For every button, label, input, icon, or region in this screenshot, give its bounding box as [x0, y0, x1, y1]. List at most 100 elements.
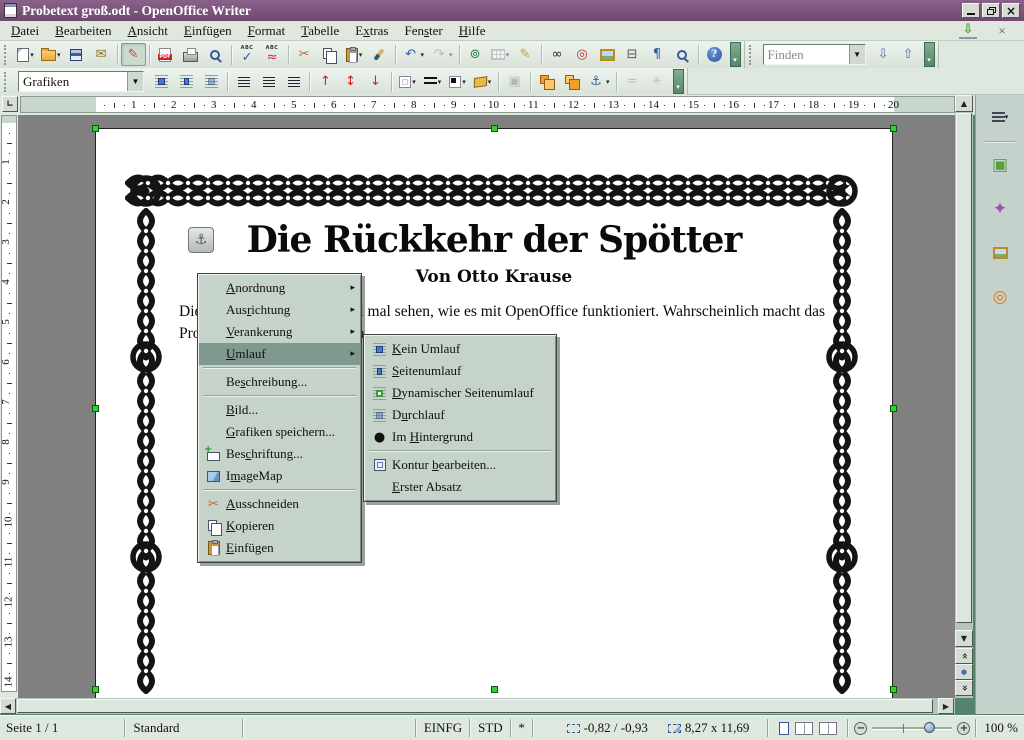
menu-item-einfuegen[interactable]: Einfügen — [199, 537, 360, 559]
sidebar-settings-button[interactable]: ▾ — [986, 103, 1014, 131]
sidebar-tab-properties[interactable]: ▣ — [986, 151, 1014, 179]
dropdown-arrow-icon[interactable]: ▾ — [359, 51, 363, 59]
menu-item-ausschneiden[interactable]: ✂Ausschneiden — [199, 493, 360, 515]
navigation-button[interactable]: ● — [955, 664, 973, 680]
menu-item-umlauf[interactable]: Umlauf▸ — [199, 343, 360, 365]
book-view-icon[interactable] — [819, 722, 837, 735]
email-button[interactable]: ✉ — [89, 43, 114, 66]
dropdown-arrow-icon[interactable]: ▾ — [412, 78, 416, 86]
submenu-item-kein-umlauf[interactable]: Kein Umlauf — [365, 338, 555, 360]
scroll-right-button[interactable]: ▶ — [938, 698, 954, 714]
menu-format[interactable]: Format — [240, 22, 294, 40]
hyperlink-button[interactable]: ⊚ — [463, 43, 488, 66]
next-page-button[interactable]: » — [955, 680, 973, 696]
status-zoom-field[interactable]: 100 % — [978, 720, 1024, 736]
wrap-through-button[interactable] — [199, 70, 224, 93]
horizontal-scrollbar[interactable]: ◀ ▶ — [0, 698, 955, 714]
new-document-button[interactable]: ▾ — [13, 43, 38, 66]
find-previous-button[interactable]: ⇧ — [896, 43, 921, 66]
status-modified-field[interactable]: * — [513, 720, 531, 736]
menu-item-grafiken-speichern[interactable]: Grafiken speichern... — [199, 421, 360, 443]
menu-ansicht[interactable]: Ansicht — [119, 22, 175, 40]
dropdown-arrow-icon[interactable]: ▾ — [449, 51, 453, 59]
sidebar-tab-styles[interactable]: ✦ — [986, 195, 1014, 223]
horizontal-ruler[interactable]: ∟ 1234567891011121314151617181920 — [0, 95, 1024, 115]
find-input[interactable] — [764, 46, 849, 63]
scroll-down-button[interactable]: ▼ — [955, 630, 973, 647]
status-insert-mode-field[interactable]: EINFG — [418, 720, 468, 736]
toolbar-grip[interactable] — [4, 45, 10, 65]
toolbar-overflow-button[interactable]: ▾ — [673, 69, 684, 94]
find-next-button[interactable]: ⇩ — [871, 43, 896, 66]
link-frames-button[interactable]: = — [620, 70, 645, 93]
borders-button[interactable]: ▾ — [395, 70, 420, 93]
selection-handle-bottom-right[interactable] — [890, 686, 897, 693]
bring-to-front-button[interactable] — [534, 70, 559, 93]
wrap-off-button[interactable] — [149, 70, 174, 93]
submenu-item-seitenumlauf[interactable]: Seitenumlauf — [365, 360, 555, 382]
vertical-ruler[interactable]: 1234567891011121314 — [0, 115, 18, 698]
dropdown-arrow-icon[interactable]: ▾ — [606, 78, 610, 86]
toolbar-overflow-button[interactable]: ▾ — [924, 42, 935, 67]
submenu-item-dynamischer-seitenumlauf[interactable]: Dynamischer Seitenumlauf — [365, 382, 555, 404]
toolbar-grip[interactable] — [749, 45, 755, 65]
find-replace-button[interactable]: ∞ — [545, 43, 570, 66]
submenu-item-erster-absatz[interactable]: Erster Absatz — [365, 476, 555, 498]
dropdown-arrow-icon[interactable]: ▾ — [488, 78, 492, 86]
submenu-item-im-hintergrund[interactable]: ●Im Hintergrund — [365, 426, 555, 448]
align-center-button[interactable] — [256, 70, 281, 93]
copy-button[interactable] — [317, 43, 342, 66]
menu-datei[interactable]: Datei — [3, 22, 47, 40]
auto-spellcheck-button[interactable]: ABC≈ — [260, 43, 285, 66]
menu-item-beschriftung[interactable]: Beschriftung... — [199, 443, 360, 465]
edit-mode-button[interactable]: ✎ — [121, 43, 146, 66]
horizontal-scroll-thumb[interactable] — [17, 699, 933, 713]
menu-fenster[interactable]: Fenster — [396, 22, 450, 40]
menu-item-kopieren[interactable]: Kopieren — [199, 515, 360, 537]
selection-handle-top-left[interactable] — [92, 125, 99, 132]
undo-button[interactable]: ↶▾ — [399, 43, 428, 66]
dropdown-arrow-icon[interactable]: ▾ — [462, 78, 466, 86]
selection-handle-top-right[interactable] — [890, 125, 897, 132]
status-page-style-field[interactable]: Standard — [127, 720, 240, 736]
submenu-item-kontur-bearbeiten[interactable]: Kontur bearbeiten... — [365, 454, 555, 476]
close-document-button[interactable]: × — [993, 22, 1011, 39]
send-to-back-button[interactable] — [559, 70, 584, 93]
menu-item-anordnung[interactable]: Anordnung▸ — [199, 277, 360, 299]
zoom-in-button[interactable]: + — [957, 722, 970, 735]
toolbar-overflow-button[interactable]: ▾ — [730, 42, 741, 67]
menu-item-imagemap[interactable]: ImageMap — [199, 465, 360, 487]
page-preview-button[interactable] — [203, 43, 228, 66]
nonprinting-characters-button[interactable]: ¶ — [645, 43, 670, 66]
align-left-button[interactable] — [231, 70, 256, 93]
status-page-field[interactable]: Seite 1 / 1 — [0, 720, 123, 736]
format-paintbrush-button[interactable] — [367, 43, 392, 66]
dropdown-arrow-icon[interactable]: ▾ — [57, 51, 61, 59]
menu-item-verankerung[interactable]: Verankerung▸ — [199, 321, 360, 343]
toolbar-grip[interactable] — [4, 72, 10, 92]
menu-hilfe[interactable]: Hilfe — [451, 22, 494, 40]
pdf-export-button[interactable] — [153, 43, 178, 66]
selection-handle-top-center[interactable] — [491, 125, 498, 132]
cut-button[interactable]: ✂ — [292, 43, 317, 66]
data-sources-button[interactable]: ⊟ — [620, 43, 645, 66]
selection-handle-bottom-center[interactable] — [491, 686, 498, 693]
save-button[interactable] — [64, 43, 89, 66]
dropdown-arrow-icon[interactable]: ▾ — [438, 78, 442, 86]
menu-bearbeiten[interactable]: Bearbeiten — [47, 22, 119, 40]
frame-style-input[interactable] — [19, 73, 127, 90]
restore-button[interactable] — [982, 3, 1000, 18]
anchor-badge-icon[interactable]: ⚓ — [188, 227, 214, 253]
chevron-down-icon[interactable]: ▼ — [849, 45, 865, 64]
multi-page-view-icon[interactable] — [795, 722, 813, 735]
scroll-left-button[interactable]: ◀ — [0, 698, 16, 714]
help-button[interactable]: ? — [702, 43, 727, 66]
border-color-button[interactable]: ▾ — [445, 70, 470, 93]
dropdown-arrow-icon[interactable]: ▾ — [30, 51, 34, 59]
redo-button[interactable]: ↷▾ — [427, 43, 456, 66]
document-title-text[interactable]: Die Rückkehr der Spötter — [96, 219, 892, 261]
zoom-slider-thumb[interactable] — [924, 722, 935, 733]
dropdown-arrow-icon[interactable]: ▾ — [421, 51, 425, 59]
print-button[interactable] — [178, 43, 203, 66]
zoom-slider-track[interactable] — [872, 727, 952, 730]
